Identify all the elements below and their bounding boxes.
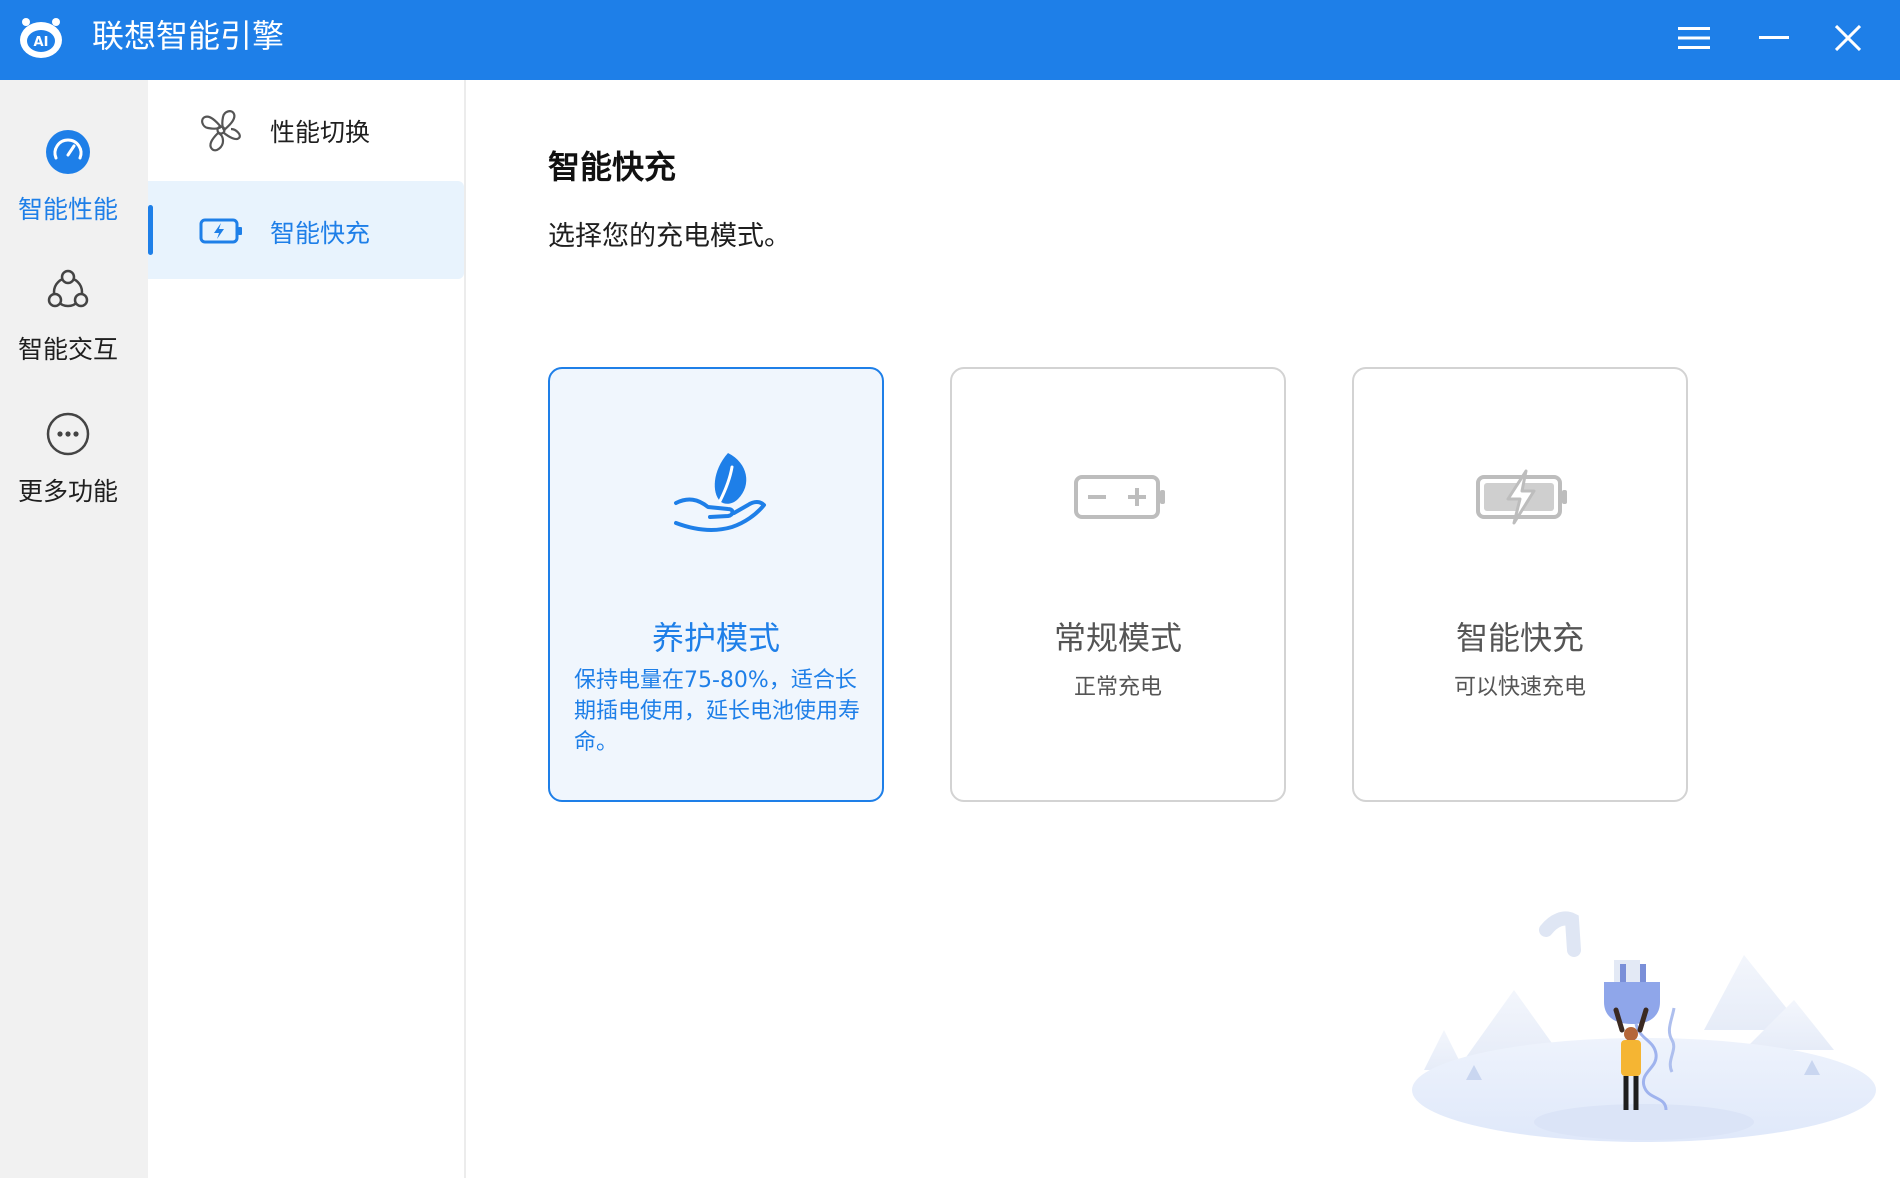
- rail-item-label: 智能交互: [17, 335, 118, 364]
- menu-button[interactable]: [1672, 16, 1716, 60]
- title-bar: AI 联想智能引擎: [0, 0, 1900, 80]
- speedometer-icon: [46, 130, 90, 174]
- mode-card-title: 常规模式: [1053, 619, 1182, 657]
- close-icon: [1835, 25, 1861, 51]
- page-title: 智能快充: [548, 148, 677, 186]
- rail-item-more-features[interactable]: 更多功能: [0, 410, 148, 530]
- mode-card-title: 养护模式: [651, 619, 780, 657]
- mode-card-description: 保持电量在75-80%，适合长期插电使用，延长电池使用寿命。: [574, 668, 861, 755]
- connected-nodes-icon: [47, 269, 89, 308]
- subnav-item-performance-switch[interactable]: 性能切换: [148, 80, 464, 178]
- fast-charge-battery-icon: [1476, 469, 1567, 525]
- fan-icon: [201, 110, 241, 152]
- subnav-item-smart-fast-charge[interactable]: 智能快充: [148, 181, 464, 279]
- rail-item-label: 智能性能: [17, 195, 118, 224]
- battery-icon: [1074, 475, 1165, 519]
- rail-item-label: 更多功能: [17, 477, 118, 506]
- app-logo-icon: AI: [20, 18, 62, 58]
- close-button[interactable]: [1826, 16, 1870, 60]
- app-title: 联想智能引擎: [92, 17, 285, 55]
- primary-sidebar: 智能性能 智能交互 更多功能: [0, 80, 148, 1178]
- mode-card-fast-charge[interactable]: 智能快充 可以快速充电: [1352, 367, 1688, 802]
- charging-plug-illustration: [1412, 911, 1876, 1142]
- mode-card-description: 正常充电: [1073, 675, 1162, 700]
- secondary-sidebar: 性能切换 智能快充: [148, 80, 466, 1178]
- minimize-button[interactable]: [1752, 16, 1796, 60]
- mode-card-care[interactable]: 养护模式 保持电量在75-80%，适合长期插电使用，延长电池使用寿命。: [548, 367, 884, 802]
- subnav-item-label: 性能切换: [270, 118, 371, 147]
- battery-charge-icon: [199, 218, 242, 244]
- subnav-item-label: 智能快充: [270, 219, 371, 248]
- mode-card-normal[interactable]: 常规模式 正常充电: [950, 367, 1286, 802]
- rail-item-smart-performance[interactable]: 智能性能: [0, 128, 148, 248]
- active-indicator: [148, 205, 153, 255]
- page-subtitle: 选择您的充电模式。: [548, 221, 791, 252]
- menu-icon: [1678, 27, 1710, 49]
- minimize-icon: [1759, 36, 1789, 39]
- leaf-hand-icon: [674, 453, 766, 532]
- svg-text:AI: AI: [34, 35, 49, 50]
- mode-card-description: 可以快速充电: [1453, 675, 1586, 700]
- rail-item-smart-interaction[interactable]: 智能交互: [0, 268, 148, 388]
- mode-card-title: 智能快充: [1455, 619, 1584, 657]
- more-icon: [46, 412, 90, 456]
